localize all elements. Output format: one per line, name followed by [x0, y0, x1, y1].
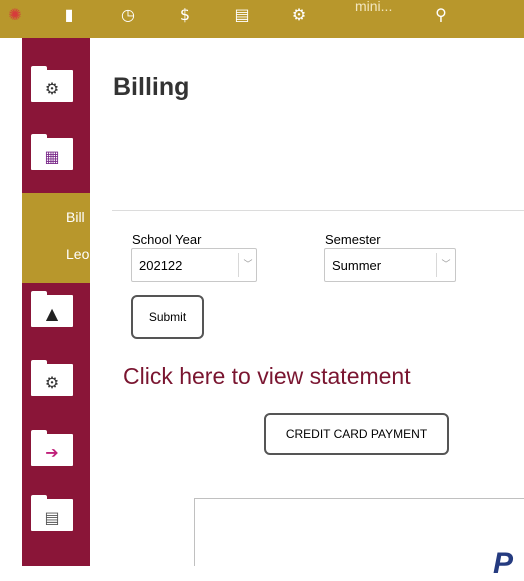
dollar-icon[interactable]: $ — [174, 4, 196, 26]
billing-folder[interactable]: ▦ — [31, 134, 73, 170]
semester-select[interactable]: Summer ﹀ — [324, 248, 456, 282]
paypal-frame: P — [194, 498, 524, 580]
settings-folder[interactable]: ⚙ — [31, 66, 73, 102]
notepad-icon: ▤ — [44, 508, 60, 527]
home-icon[interactable]: ▮ — [58, 4, 80, 26]
academics-folder[interactable]: ▲ — [31, 291, 73, 327]
clock-icon[interactable]: ◷ — [117, 4, 139, 26]
page-title: Billing — [113, 73, 190, 101]
exit-arrow-icon: ➔ — [45, 443, 59, 462]
submit-button[interactable]: Submit — [131, 295, 204, 339]
view-statement-link[interactable]: Click here to view statement — [123, 363, 411, 390]
submenu-item-bill[interactable]: Bill — [66, 209, 85, 225]
exit-folder[interactable]: ➔ — [31, 430, 73, 466]
billing-submenu: Bill Leo — [22, 193, 90, 283]
sidebar: ⚙ ▦ Bill Leo ▲ ⚙ ➔ ▤ — [22, 38, 90, 566]
calculator-card-icon: ▦ — [44, 147, 60, 166]
main-content: Billing School Year 202122 ﹀ Semester Su… — [90, 38, 524, 580]
gear-icon: ⚙ — [44, 79, 60, 98]
divider — [112, 210, 524, 211]
emblem-icon[interactable]: ✺ — [4, 4, 26, 26]
gear-pencil-icon: ⚙ — [44, 373, 60, 392]
submenu-item-leo[interactable]: Leo — [66, 246, 89, 262]
school-year-select[interactable]: 202122 ﹀ — [131, 248, 257, 282]
paypal-logo[interactable]: P — [493, 547, 513, 581]
chevron-down-icon: ﹀ — [243, 260, 253, 270]
settings-alt-folder[interactable]: ⚙ — [31, 360, 73, 396]
notes-folder[interactable]: ▤ — [31, 495, 73, 531]
document-icon[interactable]: ▤ — [231, 4, 253, 26]
school-year-label: School Year — [132, 232, 202, 247]
top-navigation-bar: ✺ ▮ ◷ $ ▤ ⚙ mini... ⚲ — [0, 0, 524, 38]
credit-card-payment-button[interactable]: CREDIT CARD PAYMENT — [264, 413, 449, 455]
graduation-cap-icon: ▲ — [45, 304, 59, 323]
top-bar-cut-text: mini... — [355, 0, 393, 14]
semester-label: Semester — [325, 232, 381, 247]
gear-icon[interactable]: ⚙ — [288, 4, 310, 26]
search-icon[interactable]: ⚲ — [430, 4, 452, 26]
semester-value: Summer — [332, 258, 382, 273]
chevron-down-icon: ﹀ — [441, 260, 451, 270]
school-year-value: 202122 — [139, 258, 183, 273]
